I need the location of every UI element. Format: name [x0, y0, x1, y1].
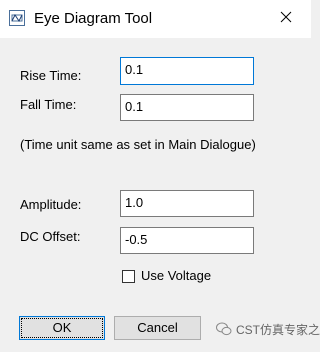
use-voltage-checkbox[interactable] [122, 269, 135, 283]
fall-time-field[interactable]: 0.1 [120, 94, 254, 121]
watermark-text: CST仿真专家之路 [236, 322, 320, 337]
fall-time-label: Fall Time: [20, 97, 77, 112]
ok-button[interactable]: OK [19, 316, 105, 340]
rise-time-label: Rise Time: [20, 68, 82, 83]
use-voltage-label: Use Voltage [141, 268, 212, 283]
dc-offset-field[interactable]: -0.5 [120, 227, 254, 254]
close-icon [280, 10, 292, 28]
use-voltage-option[interactable]: Use Voltage [122, 267, 211, 285]
cancel-button[interactable]: Cancel [114, 316, 201, 340]
amplitude-field[interactable]: 1.0 [120, 190, 254, 217]
window-title: Eye Diagram Tool [34, 10, 153, 27]
dc-offset-label: DC Offset: [20, 229, 81, 244]
close-button[interactable] [268, 4, 304, 34]
eye-diagram-app-icon [9, 10, 25, 26]
watermark: CST仿真专家之路 [216, 319, 320, 339]
focus-rectangle [21, 318, 103, 338]
amplitude-label: Amplitude: [20, 197, 82, 212]
time-unit-note: (Time unit same as set in Main Dialogue) [20, 137, 256, 152]
cancel-button-label: Cancel [137, 320, 178, 335]
wechat-icon [216, 322, 232, 336]
rise-time-field[interactable]: 0.1 [120, 57, 254, 85]
title-bar: Eye Diagram Tool [0, 0, 311, 38]
